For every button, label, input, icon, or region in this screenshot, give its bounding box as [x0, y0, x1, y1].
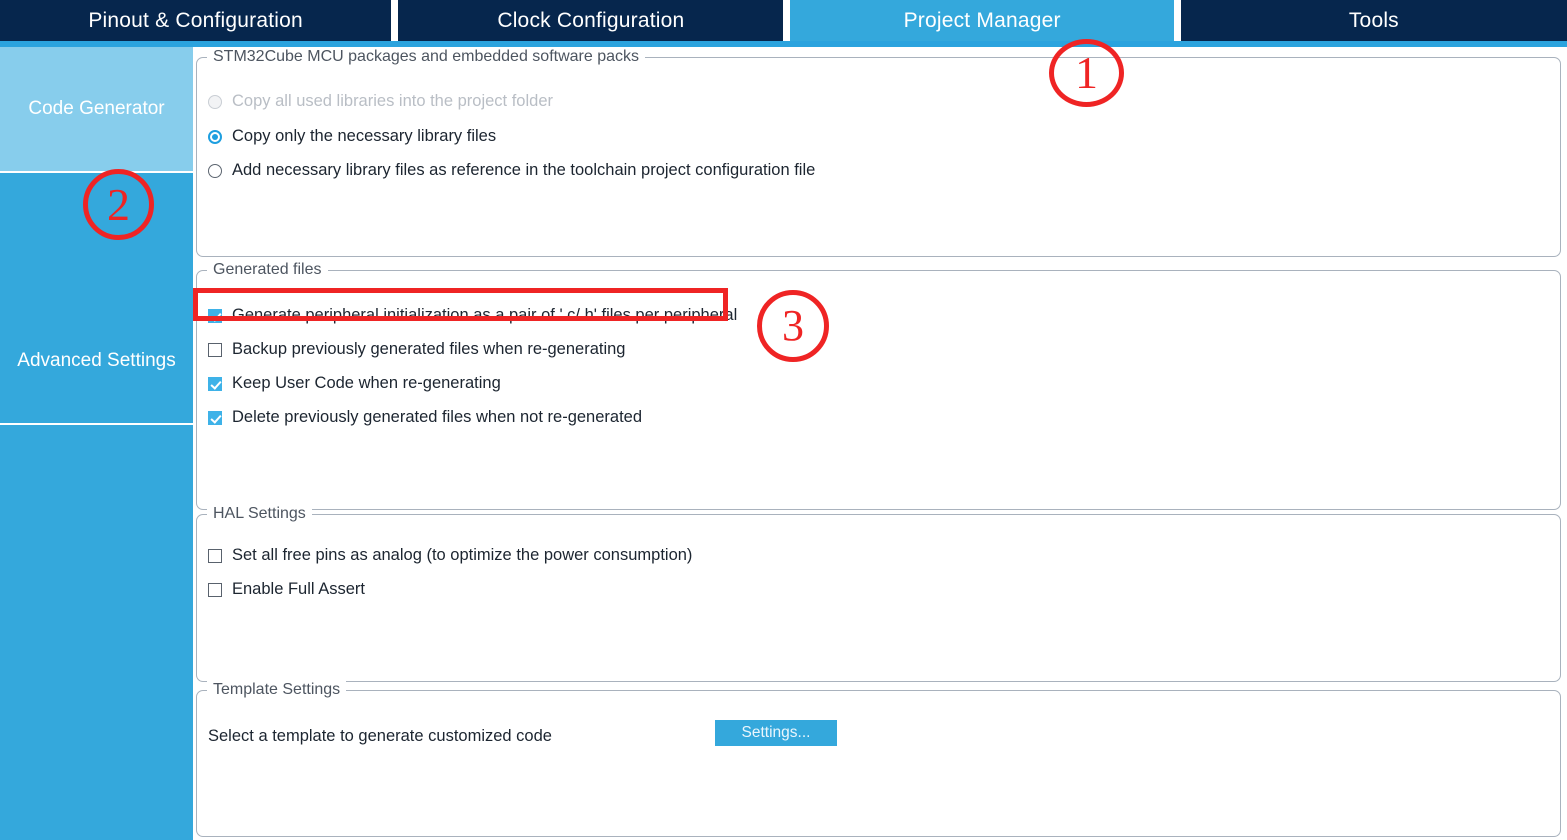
annotation-highlight-rectangle [193, 288, 728, 321]
radio-row-copy-only-necessary[interactable]: Copy only the necessary library files [208, 127, 496, 146]
group-title: Generated files [207, 261, 328, 279]
radio-icon [208, 94, 222, 109]
template-description: Select a template to generate customized… [208, 727, 552, 745]
group-hal-settings: HAL Settings Set all free pins as analog… [196, 505, 1561, 682]
option-label: Set all free pins as analog (to optimize… [232, 546, 693, 564]
checkbox-icon[interactable] [208, 582, 222, 597]
tab-label: Project Manager [903, 8, 1061, 32]
template-settings-button[interactable]: Settings... [715, 720, 837, 746]
annotation-label: 2 [107, 178, 130, 230]
project-manager-sidebar: Project Code Generator Advanced Settings [0, 47, 193, 840]
tab-label: Tools [1348, 8, 1399, 32]
annotation-label: 3 [782, 301, 804, 350]
group-title: HAL Settings [207, 505, 312, 523]
option-label: Copy all used libraries into the project… [232, 92, 554, 110]
annotation-step-1: 1 [1049, 39, 1124, 107]
sidebar-item-label: Code Generator [28, 98, 165, 119]
option-label: Delete previously generated files when n… [232, 408, 643, 426]
tab-label: Clock Configuration [497, 8, 685, 32]
option-label: Enable Full Assert [232, 580, 365, 598]
annotation-step-3: 3 [757, 290, 829, 362]
sidebar-item-code-generator[interactable]: Code Generator [0, 47, 193, 173]
checkbox-icon[interactable] [208, 548, 222, 563]
checkbox-row-delete-previously-generated[interactable]: Delete previously generated files when n… [208, 408, 642, 427]
code-generator-panel: STM32Cube MCU packages and embedded soft… [193, 47, 1567, 840]
sidebar-empty-area [0, 425, 193, 840]
radio-icon[interactable] [208, 129, 222, 144]
option-label: Add necessary library files as reference… [232, 161, 816, 179]
sidebar-item-label: Advanced Settings [17, 350, 176, 371]
group-title: STM32Cube MCU packages and embedded soft… [207, 48, 645, 66]
radio-icon[interactable] [208, 163, 222, 178]
sidebar-item-advanced-settings[interactable]: Advanced Settings [0, 299, 193, 425]
checkbox-row-set-free-pins-analog[interactable]: Set all free pins as analog (to optimize… [208, 546, 692, 565]
checkbox-icon[interactable] [208, 410, 222, 425]
group-template-settings: Template Settings Select a template to g… [196, 681, 1561, 837]
annotation-step-2: 2 [83, 169, 154, 240]
option-label: Copy only the necessary library files [232, 127, 497, 145]
main-tab-bar: Pinout & Configuration Clock Configurati… [0, 0, 1567, 44]
checkbox-row-keep-user-code[interactable]: Keep User Code when re-generating [208, 374, 501, 393]
tab-tools[interactable]: Tools [1180, 0, 1567, 41]
checkbox-row-enable-full-assert[interactable]: Enable Full Assert [208, 580, 365, 599]
option-label: Backup previously generated files when r… [232, 340, 626, 358]
checkbox-icon[interactable] [208, 342, 222, 357]
tab-label: Pinout & Configuration [88, 8, 303, 32]
radio-row-add-as-reference[interactable]: Add necessary library files as reference… [208, 161, 815, 180]
tab-clock-configuration[interactable]: Clock Configuration [398, 0, 784, 41]
tab-pinout-configuration[interactable]: Pinout & Configuration [0, 0, 392, 41]
option-label: Keep User Code when re-generating [232, 374, 501, 392]
tab-project-manager[interactable]: Project Manager [790, 0, 1174, 41]
checkbox-row-backup-previously-generated[interactable]: Backup previously generated files when r… [208, 340, 626, 359]
radio-row-copy-all-libraries: Copy all used libraries into the project… [208, 92, 553, 111]
checkbox-icon[interactable] [208, 376, 222, 391]
group-mcu-packages: STM32Cube MCU packages and embedded soft… [196, 48, 1561, 257]
annotation-label: 1 [1075, 47, 1098, 98]
group-title: Template Settings [207, 681, 347, 699]
